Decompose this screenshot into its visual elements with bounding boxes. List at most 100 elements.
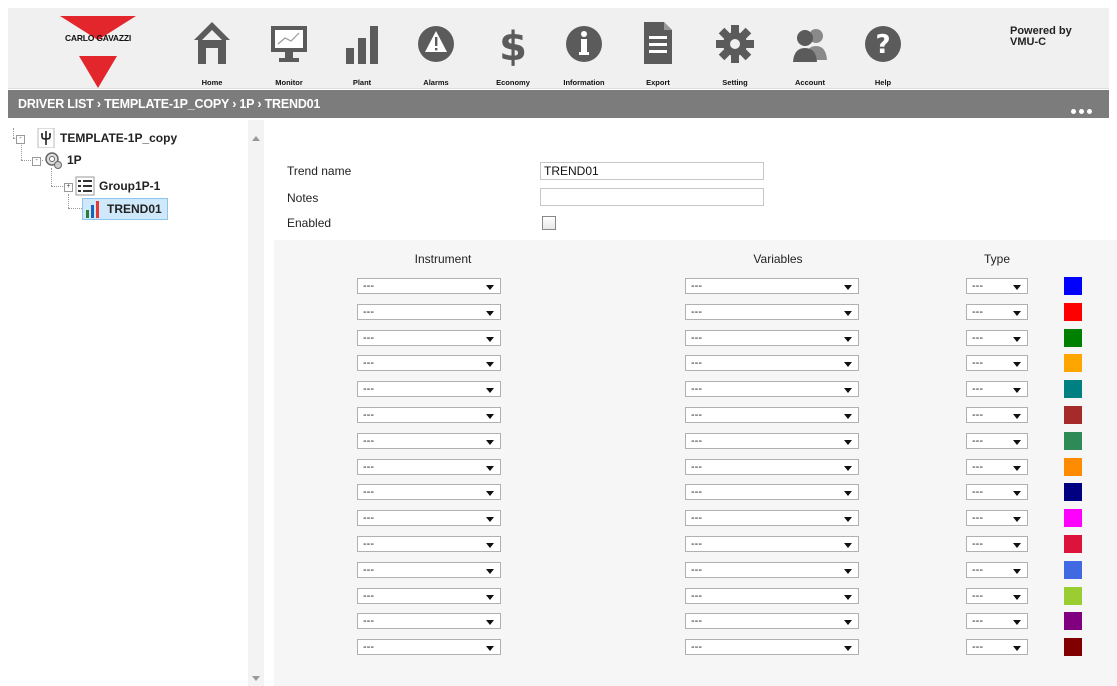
more-options-button[interactable] bbox=[1071, 101, 1097, 114]
instrument-select[interactable]: --- bbox=[357, 613, 501, 629]
variable-select[interactable]: --- bbox=[685, 433, 859, 449]
variable-select[interactable]: --- bbox=[685, 639, 859, 655]
variable-select[interactable]: --- bbox=[685, 613, 859, 629]
nav-information-button[interactable]: Information bbox=[552, 16, 616, 87]
dropdown-arrow-icon bbox=[486, 620, 494, 625]
series-color-swatch[interactable] bbox=[1064, 354, 1082, 372]
instrument-select[interactable]: --- bbox=[357, 484, 501, 500]
scroll-up-icon[interactable] bbox=[252, 136, 260, 141]
instrument-select[interactable]: --- bbox=[357, 510, 501, 526]
series-color-swatch[interactable] bbox=[1064, 380, 1082, 398]
type-select[interactable]: --- bbox=[966, 562, 1028, 578]
instrument-select[interactable]: --- bbox=[357, 278, 501, 294]
series-color-swatch[interactable] bbox=[1064, 406, 1082, 424]
instrument-select[interactable]: --- bbox=[357, 330, 501, 346]
instrument-column-header: Instrument bbox=[414, 252, 472, 266]
scroll-down-icon[interactable] bbox=[252, 676, 260, 681]
series-color-swatch[interactable] bbox=[1064, 587, 1082, 605]
notes-input[interactable] bbox=[540, 188, 764, 206]
instrument-select[interactable]: --- bbox=[357, 381, 501, 397]
type-select[interactable]: --- bbox=[966, 613, 1028, 629]
select-value: --- bbox=[363, 435, 374, 447]
series-color-swatch[interactable] bbox=[1064, 509, 1082, 527]
select-value: --- bbox=[972, 486, 983, 498]
select-value: --- bbox=[972, 512, 983, 524]
nav-alarms-button[interactable]: Alarms bbox=[404, 16, 468, 87]
type-select[interactable]: --- bbox=[966, 433, 1028, 449]
instrument-select[interactable]: --- bbox=[357, 355, 501, 371]
list-group-icon bbox=[75, 176, 95, 196]
nav-home-button[interactable]: Home bbox=[180, 16, 244, 87]
series-color-swatch[interactable] bbox=[1064, 432, 1082, 450]
type-select[interactable]: --- bbox=[966, 639, 1028, 655]
nav-label: Information bbox=[563, 78, 605, 87]
breadcrumb[interactable]: DRIVER LIST › TEMPLATE-1P_COPY › 1P › TR… bbox=[18, 97, 320, 111]
nav-setting-button[interactable]: Setting bbox=[703, 16, 767, 87]
series-color-swatch[interactable] bbox=[1064, 458, 1082, 476]
bar-chart-icon bbox=[83, 199, 103, 219]
variable-select[interactable]: --- bbox=[685, 330, 859, 346]
nav-monitor-button[interactable]: Monitor bbox=[257, 16, 321, 87]
nav-export-button[interactable]: Export bbox=[626, 16, 690, 87]
series-color-swatch[interactable] bbox=[1064, 561, 1082, 579]
select-value: --- bbox=[691, 357, 702, 369]
nav-plant-button[interactable]: Plant bbox=[330, 16, 394, 87]
instrument-select[interactable]: --- bbox=[357, 639, 501, 655]
trend-name-input[interactable] bbox=[540, 162, 764, 180]
select-value: --- bbox=[363, 641, 374, 653]
series-color-swatch[interactable] bbox=[1064, 329, 1082, 347]
tree-node-device[interactable]: 1P bbox=[43, 150, 103, 170]
tree-node-group[interactable]: Group1P-1 bbox=[75, 176, 185, 196]
tree-node-trend[interactable]: TREND01 bbox=[82, 198, 168, 220]
variable-select[interactable]: --- bbox=[685, 536, 859, 552]
instrument-select[interactable]: --- bbox=[357, 588, 501, 604]
instrument-select[interactable]: --- bbox=[357, 304, 501, 320]
variable-select[interactable]: --- bbox=[685, 510, 859, 526]
type-select[interactable]: --- bbox=[966, 407, 1028, 423]
instrument-select[interactable]: --- bbox=[357, 536, 501, 552]
variable-select[interactable]: --- bbox=[685, 484, 859, 500]
tree-expand-toggle[interactable]: - bbox=[16, 135, 25, 144]
tree-scrollbar[interactable] bbox=[248, 120, 264, 686]
type-select[interactable]: --- bbox=[966, 588, 1028, 604]
instrument-select[interactable]: --- bbox=[357, 407, 501, 423]
type-select[interactable]: --- bbox=[966, 278, 1028, 294]
type-select[interactable]: --- bbox=[966, 536, 1028, 552]
carlo-gavazzi-logo[interactable]: CARLO GAVAZZI bbox=[60, 16, 136, 88]
dropdown-arrow-icon bbox=[844, 517, 852, 522]
variable-select[interactable]: --- bbox=[685, 278, 859, 294]
select-value: --- bbox=[972, 383, 983, 395]
type-select[interactable]: --- bbox=[966, 355, 1028, 371]
instrument-select[interactable]: --- bbox=[357, 459, 501, 475]
series-color-swatch[interactable] bbox=[1064, 277, 1082, 295]
tree-node-template[interactable]: TEMPLATE-1P_copy bbox=[36, 128, 216, 148]
type-select[interactable]: --- bbox=[966, 510, 1028, 526]
variable-select[interactable]: --- bbox=[685, 381, 859, 397]
trend-editor: Trend name Notes Enabled Instrument Vari… bbox=[274, 128, 1117, 686]
variable-select[interactable]: --- bbox=[685, 459, 859, 475]
instrument-select[interactable]: --- bbox=[357, 562, 501, 578]
series-color-swatch[interactable] bbox=[1064, 638, 1082, 656]
tree-expand-toggle[interactable]: + bbox=[64, 183, 73, 192]
tree-expand-toggle[interactable]: - bbox=[32, 157, 41, 166]
type-select[interactable]: --- bbox=[966, 330, 1028, 346]
series-color-swatch[interactable] bbox=[1064, 535, 1082, 553]
nav-economy-button[interactable]: $ Economy bbox=[481, 16, 545, 87]
variable-select[interactable]: --- bbox=[685, 304, 859, 320]
instrument-select[interactable]: --- bbox=[357, 433, 501, 449]
type-select[interactable]: --- bbox=[966, 484, 1028, 500]
enabled-checkbox[interactable] bbox=[542, 216, 556, 230]
series-color-swatch[interactable] bbox=[1064, 483, 1082, 501]
type-select[interactable]: --- bbox=[966, 304, 1028, 320]
type-select[interactable]: --- bbox=[966, 381, 1028, 397]
variable-select[interactable]: --- bbox=[685, 562, 859, 578]
variable-select[interactable]: --- bbox=[685, 407, 859, 423]
variable-select[interactable]: --- bbox=[685, 588, 859, 604]
variable-select[interactable]: --- bbox=[685, 355, 859, 371]
dropdown-arrow-icon bbox=[486, 569, 494, 574]
nav-account-button[interactable]: Account bbox=[778, 16, 842, 87]
type-select[interactable]: --- bbox=[966, 459, 1028, 475]
series-color-swatch[interactable] bbox=[1064, 612, 1082, 630]
nav-help-button[interactable]: ? Help bbox=[851, 16, 915, 87]
series-color-swatch[interactable] bbox=[1064, 303, 1082, 321]
